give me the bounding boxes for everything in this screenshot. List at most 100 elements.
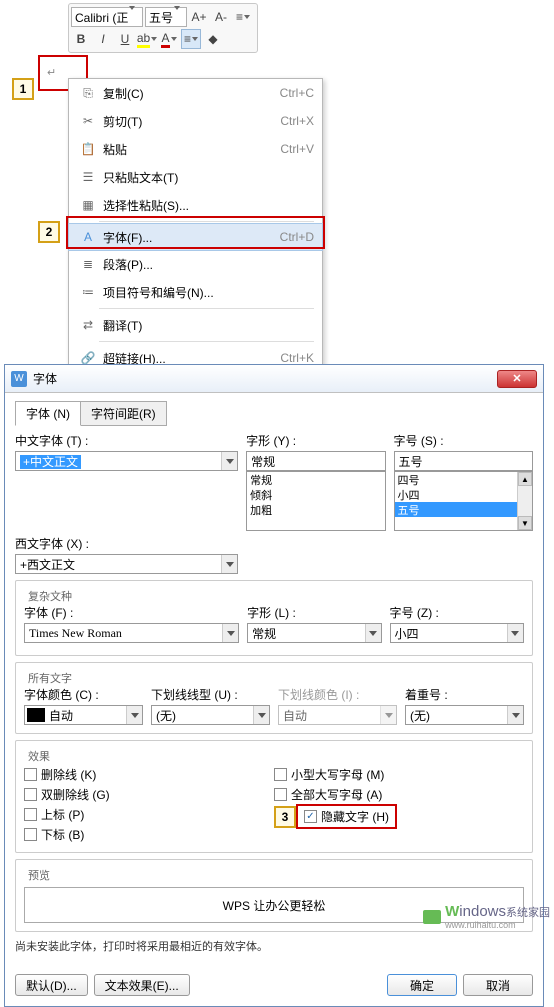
chevron-down-icon[interactable]: [507, 624, 523, 642]
menu-numbering[interactable]: ≔ 项目符号和编号(N)...: [69, 278, 322, 306]
italic-button[interactable]: I: [93, 29, 113, 49]
en-font-label: 西文字体 (X) :: [15, 535, 238, 552]
menu-cut[interactable]: ✂ 剪切(T) Ctrl+X: [69, 107, 322, 135]
menu-paste-special[interactable]: ▦ 选择性粘贴(S)...: [69, 191, 322, 219]
scroll-up-icon[interactable]: ▲: [518, 472, 532, 486]
check-subscript-label: 下标 (B): [41, 826, 84, 843]
text-effect-button[interactable]: 文本效果(E)...: [94, 974, 190, 996]
check-allcaps[interactable]: 全部大写字母 (A): [274, 784, 524, 804]
underline-button[interactable]: U: [115, 29, 135, 49]
line-spacing-button[interactable]: ≡: [233, 7, 253, 27]
chevron-down-icon[interactable]: [221, 452, 237, 470]
font-size-selector[interactable]: 五号: [145, 7, 187, 27]
close-button[interactable]: ✕: [497, 370, 537, 388]
watermark-logo-icon: [423, 910, 441, 924]
menu-paste-special-label: 选择性粘贴(S)...: [99, 197, 314, 214]
chevron-down-icon[interactable]: [222, 624, 238, 642]
chevron-down-icon[interactable]: [126, 706, 142, 724]
align-button[interactable]: ≡: [181, 29, 201, 49]
mini-formatting-toolbar: Calibri (正 五号 A+ A- ≡ B I U ab A ≡ ◆: [68, 3, 258, 53]
menu-copy[interactable]: ⎘ 复制(C) Ctrl+C: [69, 79, 322, 107]
eraser-button[interactable]: ◆: [203, 29, 223, 49]
cx-font-combo[interactable]: Times New Roman: [24, 623, 239, 643]
emphasis-combo[interactable]: (无): [405, 705, 524, 725]
watermark: Windows系统家园 www.ruihaitu.com: [423, 903, 550, 930]
menu-font[interactable]: A 字体(F)... Ctrl+D: [68, 223, 323, 251]
menu-paste-shortcut: Ctrl+V: [280, 142, 314, 156]
menu-copy-label: 复制(C): [99, 85, 280, 102]
menu-cut-shortcut: Ctrl+X: [280, 114, 314, 128]
check-subscript[interactable]: 下标 (B): [24, 824, 274, 844]
font-color-button[interactable]: A: [159, 29, 179, 49]
cx-size-combo[interactable]: 小四: [390, 623, 524, 643]
checkbox-icon[interactable]: ✓: [304, 810, 317, 823]
chevron-down-icon[interactable]: [253, 706, 269, 724]
scroll-down-icon[interactable]: ▼: [518, 516, 532, 530]
underline-combo[interactable]: (无): [151, 705, 270, 725]
list-item[interactable]: 小四: [395, 487, 532, 502]
scrollbar[interactable]: ▲ ▼: [517, 472, 532, 530]
menu-copy-shortcut: Ctrl+C: [280, 86, 314, 100]
size-listbox[interactable]: 四号 小四 五号 ▲ ▼: [394, 471, 533, 531]
check-strike-label: 删除线 (K): [41, 766, 96, 783]
grow-font-button[interactable]: A+: [189, 7, 209, 27]
shrink-font-button[interactable]: A-: [211, 7, 231, 27]
menu-translate[interactable]: ⇄ 翻译(T): [69, 311, 322, 339]
menu-paste-text[interactable]: ☰ 只粘贴文本(T): [69, 163, 322, 191]
cx-style-combo[interactable]: 常规: [247, 623, 381, 643]
check-superscript[interactable]: 上标 (P): [24, 804, 274, 824]
scissors-icon: ✂: [77, 114, 99, 128]
check-dblstrike[interactable]: 双删除线 (G): [24, 784, 274, 804]
color-label: 字体颜色 (C) :: [24, 686, 143, 703]
check-smallcaps[interactable]: 小型大写字母 (M): [274, 764, 524, 784]
chevron-down-icon[interactable]: [365, 624, 381, 642]
menu-paste[interactable]: 📋 粘贴 Ctrl+V: [69, 135, 322, 163]
default-button[interactable]: 默认(D)...: [15, 974, 88, 996]
dialog-titlebar[interactable]: W 字体 ✕: [5, 365, 543, 393]
chevron-down-icon[interactable]: [221, 555, 237, 573]
ok-button[interactable]: 确定: [387, 974, 457, 996]
checkbox-icon: [24, 768, 37, 781]
watermark-w: W: [445, 903, 459, 920]
list-item[interactable]: 四号: [395, 472, 532, 487]
style-listbox[interactable]: 常规 倾斜 加粗: [246, 471, 385, 531]
complex-legend: 复杂文种: [24, 588, 76, 604]
menu-cut-label: 剪切(T): [99, 113, 280, 130]
check-strike[interactable]: 删除线 (K): [24, 764, 274, 784]
menu-paragraph[interactable]: ≣ 段落(P)...: [69, 250, 322, 278]
color-value: 自动: [45, 707, 126, 724]
cx-size-label: 字号 (Z) :: [390, 604, 524, 621]
cancel-button[interactable]: 取消: [463, 974, 533, 996]
highlight-button[interactable]: ab: [137, 29, 157, 49]
size-combo[interactable]: 五号: [394, 451, 533, 471]
tab-font[interactable]: 字体 (N): [15, 401, 81, 426]
menu-font-shortcut: Ctrl+D: [280, 230, 314, 244]
clipboard-icon: 📋: [77, 142, 99, 156]
numbering-icon: ≔: [77, 285, 99, 299]
menu-paste-label: 粘贴: [99, 141, 280, 158]
color-combo[interactable]: 自动: [24, 705, 143, 725]
annotation-marker-2: 2: [38, 221, 60, 243]
list-item[interactable]: 加粗: [247, 502, 384, 517]
list-item[interactable]: 五号: [395, 502, 532, 517]
app-logo-icon: W: [11, 371, 27, 387]
en-font-combo[interactable]: +西文正文: [15, 554, 238, 574]
bold-button[interactable]: B: [71, 29, 91, 49]
check-allcaps-label: 全部大写字母 (A): [291, 786, 382, 803]
style-combo[interactable]: 常规: [246, 451, 385, 471]
list-item[interactable]: 倾斜: [247, 487, 384, 502]
font-name-selector[interactable]: Calibri (正: [71, 7, 143, 27]
menu-font-label: 字体(F)...: [99, 229, 280, 246]
size-label: 字号 (S) :: [394, 432, 533, 449]
translate-icon: ⇄: [77, 318, 99, 332]
tab-char-spacing[interactable]: 字符间距(R): [80, 401, 167, 426]
list-item[interactable]: 常规: [247, 472, 384, 487]
annotation-marker-3: 3: [274, 806, 296, 828]
cn-font-combo[interactable]: +中文正文: [15, 451, 238, 471]
menu-numbering-label: 项目符号和编号(N)...: [99, 284, 314, 301]
font-name-value: Calibri (正: [75, 9, 128, 26]
chevron-down-icon[interactable]: [507, 706, 523, 724]
ulcolor-value: 自动: [279, 707, 380, 724]
paste-text-icon: ☰: [77, 170, 99, 184]
emphasis-label: 着重号 :: [405, 686, 524, 703]
